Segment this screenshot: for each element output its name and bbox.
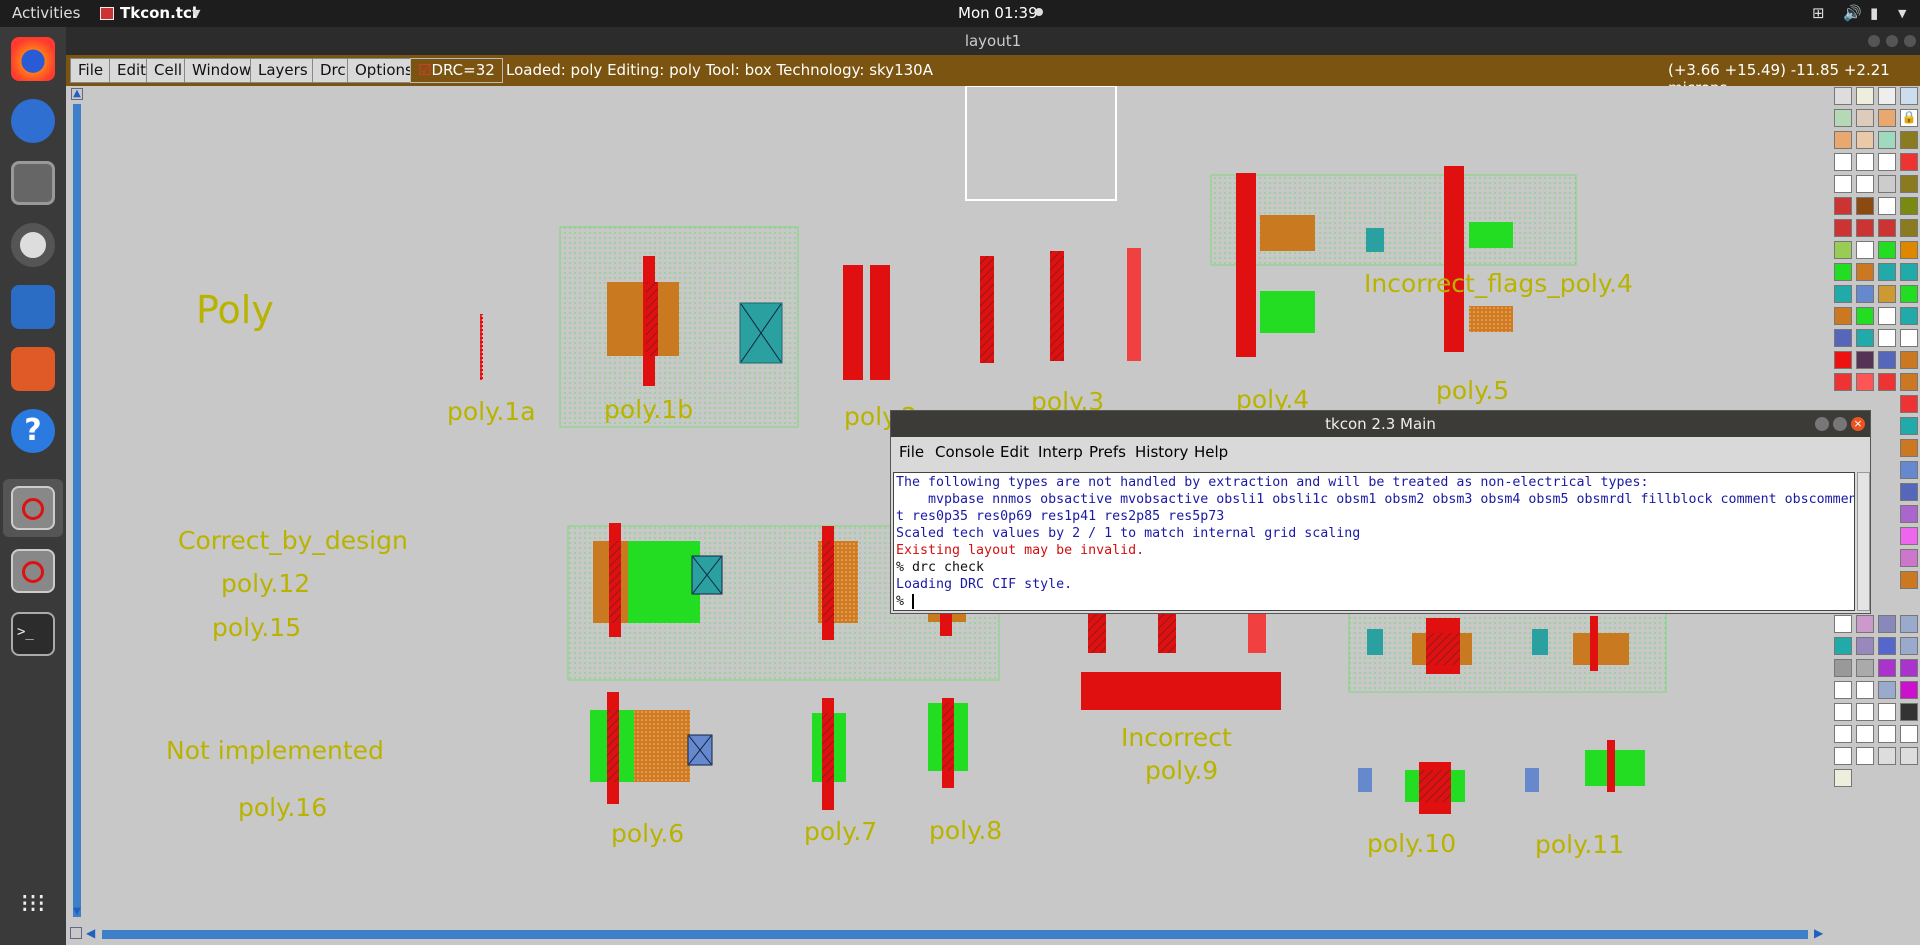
activities-button[interactable]: Activities: [12, 4, 80, 22]
rhythmbox-icon[interactable]: [11, 223, 55, 267]
zoom-box-icon[interactable]: [70, 927, 82, 939]
label-poly-10: poly.10: [1367, 829, 1457, 858]
lock-icon: 🔒: [1900, 109, 1918, 127]
label-not-implemented: Not implemented: [166, 736, 384, 765]
tkcon-menu-console[interactable]: Console: [935, 443, 995, 461]
tkcon-menu-prefs[interactable]: Prefs: [1089, 443, 1126, 461]
console-line: mvpbase nnmos obsactive mvobsactive obsl…: [896, 492, 1855, 507]
writer-icon[interactable]: [11, 285, 55, 329]
console-line: The following types are not handled by e…: [896, 475, 1649, 490]
horizontal-scrollbar[interactable]: ◀ ▶: [66, 923, 1831, 945]
tkcon-menu-help[interactable]: Help: [1194, 443, 1228, 461]
scroll-down-icon[interactable]: ▼: [71, 906, 83, 918]
status-text: Loaded: poly Editing: poly Tool: box Tec…: [506, 61, 933, 79]
firefox-icon[interactable]: [11, 37, 55, 81]
label-poly-11: poly.11: [1535, 830, 1625, 859]
window-title: layout1: [964, 32, 1022, 50]
top-bar: Activities Tkcon.tcl ▼ Mon 01:39 ⊞ 🔊 ▮ ▼: [0, 0, 1920, 27]
scroll-up-icon[interactable]: ▲: [71, 88, 83, 100]
clock[interactable]: Mon 01:39: [958, 4, 1038, 22]
minimize-icon[interactable]: [1868, 35, 1880, 47]
battery-icon[interactable]: ▮: [1870, 4, 1878, 22]
console-line: Scaled tech values by 2 / 1 to match int…: [896, 526, 1361, 541]
label-poly-16: poly.16: [238, 793, 328, 822]
label-incorrect: Incorrect: [1121, 723, 1232, 752]
app-menu[interactable]: Tkcon.tcl: [120, 4, 197, 22]
menu-layers[interactable]: Layers: [250, 58, 316, 83]
help-icon[interactable]: ?: [11, 409, 55, 453]
close-icon[interactable]: [1904, 35, 1916, 47]
window-titlebar: layout1: [66, 27, 1920, 55]
label-poly: Poly: [196, 288, 274, 332]
menu-file[interactable]: File: [70, 58, 112, 83]
tkcon-dock-icon[interactable]: [11, 486, 55, 530]
scroll-left-icon[interactable]: ◀: [86, 926, 95, 940]
console-line: t res0p35 res0p69 res1p41 res2p85 res5p7…: [896, 509, 1225, 524]
menu-window[interactable]: Window: [184, 58, 260, 83]
tkcon-title: tkcon 2.3 Main: [1325, 415, 1436, 433]
white-box-outline: [965, 86, 1117, 201]
tkcon-app-icon: [100, 7, 114, 20]
tkcon-maximize-icon[interactable]: [1833, 417, 1847, 431]
label-poly-12: poly.12: [221, 569, 311, 598]
label-poly-9: poly.9: [1145, 756, 1219, 785]
console-line: Loading DRC CIF style.: [896, 577, 1073, 592]
text-cursor: [912, 594, 923, 609]
maximize-icon[interactable]: [1886, 35, 1898, 47]
scroll-right-icon[interactable]: ▶: [1814, 926, 1823, 940]
dock: ? >_ ⁝⁝⁝: [0, 27, 66, 945]
tkcon-menu-history[interactable]: History: [1135, 443, 1188, 461]
console-prompt[interactable]: %: [896, 593, 1852, 610]
label-poly-7: poly.7: [804, 817, 878, 846]
tkcon-scrollbar[interactable]: [1857, 472, 1870, 611]
tkcon-menu-file[interactable]: File: [899, 443, 924, 461]
prompt-symbol: %: [896, 594, 913, 609]
tkcon-menubar: File Console Edit Interp Prefs History H…: [891, 437, 1870, 467]
network-icon[interactable]: ⊞: [1812, 4, 1825, 22]
software-icon[interactable]: [11, 347, 55, 391]
drc-count: DRC=32: [431, 61, 495, 79]
show-apps-icon[interactable]: ⁝⁝⁝: [11, 889, 55, 933]
terminal-icon[interactable]: >_: [11, 612, 55, 656]
label-poly-6: poly.6: [611, 819, 685, 848]
checkbox-icon: ☑: [418, 61, 432, 79]
system-menu-icon[interactable]: ▼: [1898, 7, 1906, 20]
label-poly-1b: poly.1b: [604, 395, 694, 424]
vertical-scrollbar[interactable]: ▲ ▼: [66, 86, 88, 931]
tkcon-minimize-icon[interactable]: [1815, 417, 1829, 431]
tkcon-close-icon[interactable]: ×: [1851, 417, 1865, 431]
magic-menubar: File Edit Cell Window Layers Drc Options…: [66, 55, 1920, 97]
tkcon-window[interactable]: tkcon 2.3 Main × File Console Edit Inter…: [890, 410, 1871, 614]
notification-dot-icon: [1035, 8, 1043, 16]
volume-icon[interactable]: 🔊: [1843, 4, 1862, 22]
console-warning-line: Existing layout may be invalid.: [896, 543, 1145, 558]
label-correct-by-design: Correct_by_design: [178, 526, 408, 555]
tkcon-menu-edit[interactable]: Edit: [1000, 443, 1029, 461]
horizontal-scroll-thumb[interactable]: [102, 930, 1808, 939]
files-icon[interactable]: [11, 161, 55, 205]
label-poly-1a: poly.1a: [447, 397, 536, 426]
label-poly-5: poly.5: [1436, 376, 1510, 405]
vertical-scroll-thumb[interactable]: [73, 104, 81, 917]
magic-dock-icon[interactable]: [11, 549, 55, 593]
chevron-down-icon[interactable]: ▼: [192, 7, 200, 20]
label-poly-8: poly.8: [929, 816, 1003, 845]
tkcon-menu-interp[interactable]: Interp: [1038, 443, 1083, 461]
tkcon-titlebar[interactable]: tkcon 2.3 Main ×: [891, 411, 1870, 437]
console-command-line: % drc check: [896, 560, 985, 575]
tkcon-console-output[interactable]: The following types are not handled by e…: [893, 472, 1855, 611]
thunderbird-icon[interactable]: [11, 99, 55, 143]
label-incorrect-flags: Incorrect_flags_poly.4: [1364, 269, 1633, 298]
label-poly-15: poly.15: [212, 613, 302, 642]
drc-toggle[interactable]: ☑DRC=32: [410, 58, 503, 83]
